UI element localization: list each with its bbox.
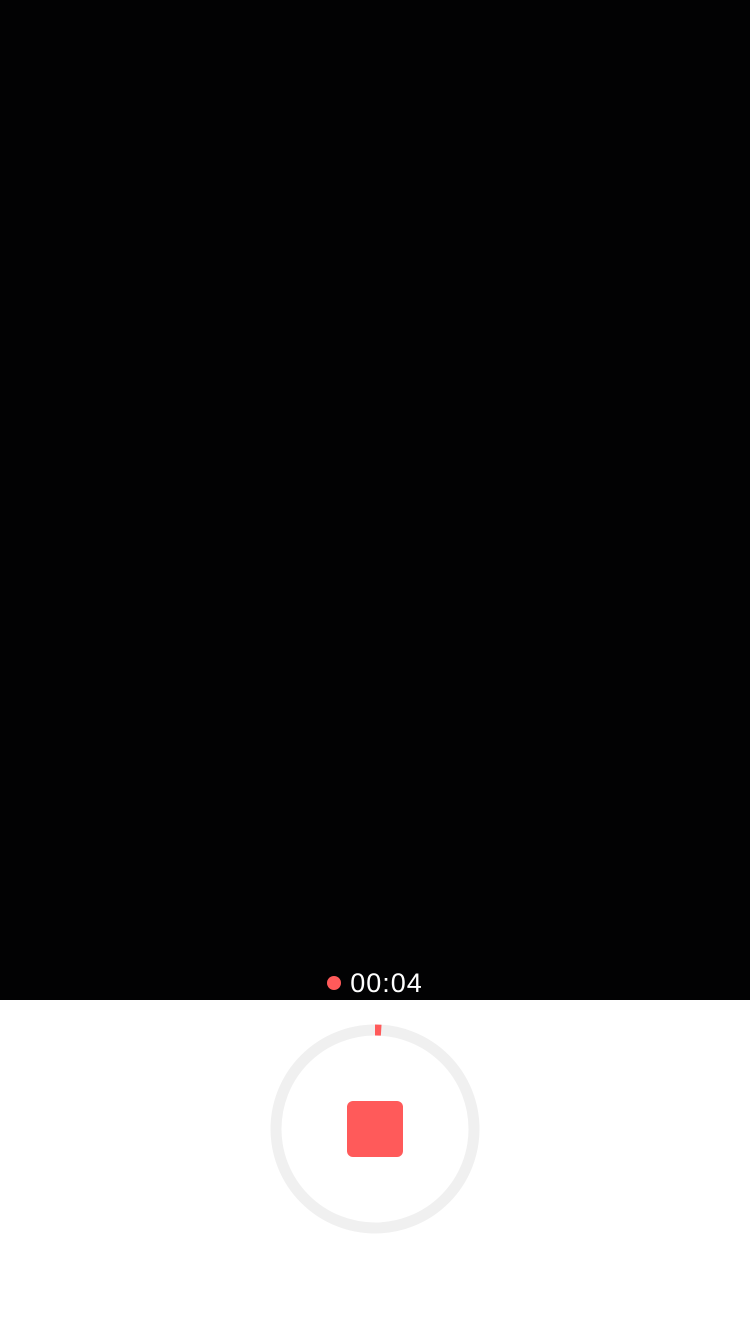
recording-dot-icon <box>327 976 342 990</box>
camera-viewfinder <box>0 0 750 1000</box>
recording-timer: 00:04 <box>350 968 423 998</box>
recording-indicator: 00:04 <box>0 966 750 1000</box>
record-control[interactable] <box>270 1024 480 1234</box>
stop-icon[interactable] <box>347 1101 403 1157</box>
record-controls-panel <box>0 1000 750 1334</box>
